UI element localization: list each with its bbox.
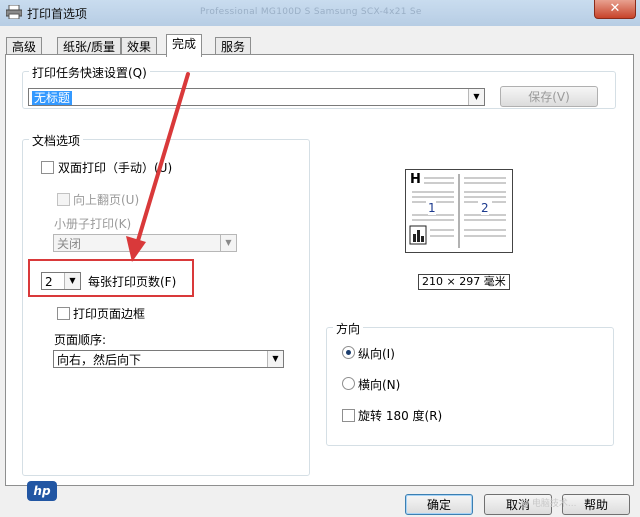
two-up-preview-icon — [409, 174, 506, 248]
quickset-value: 无标题 — [32, 91, 73, 105]
printer-icon — [6, 5, 22, 19]
booklet-value: 关闭 — [57, 237, 82, 251]
preview-header-letter: H — [410, 172, 421, 187]
rotate-180-checkbox[interactable] — [342, 409, 355, 422]
page-borders-label: 打印页面边框 — [73, 307, 146, 321]
preview-page-2: 2 — [481, 201, 489, 215]
page-order-dropdown[interactable]: 向右，然后向下 ▼ — [53, 350, 284, 368]
rotate-180-label: 旋转 180 度(R) — [358, 409, 443, 423]
page-order-label: 页面顺序: — [54, 333, 107, 347]
chevron-down-icon: ▼ — [468, 89, 484, 105]
page-borders-checkbox[interactable] — [57, 307, 70, 320]
page-order-value: 向右，然后向下 — [57, 353, 142, 367]
landscape-label: 横向(N) — [358, 378, 401, 392]
portrait-radio[interactable] — [342, 346, 355, 359]
title-bar: 打印首选项 Professional MG100D S Samsung SCX-… — [0, 0, 640, 27]
hp-logo: hp — [27, 481, 57, 501]
portrait-label: 纵向(I) — [358, 347, 395, 361]
page-preview: H 1 2 — [405, 169, 513, 253]
close-button[interactable]: ✕ — [594, 0, 636, 19]
orientation-group-label: 方向 — [333, 320, 364, 337]
window-title: 打印首选项 — [27, 7, 88, 21]
document-options-label: 文档选项 — [29, 132, 84, 149]
flip-up-checkbox[interactable] — [57, 193, 70, 206]
ok-button[interactable]: 确定 — [405, 494, 473, 515]
chevron-down-icon: ▼ — [267, 351, 283, 367]
duplex-checkbox[interactable] — [41, 161, 54, 174]
red-arrow-icon — [126, 72, 190, 262]
background-window-text: Professional MG100D S Samsung SCX-4x21 S… — [200, 7, 422, 17]
save-button[interactable]: 保存(V) — [500, 86, 598, 107]
paper-size-label: 210 × 297 毫米 — [418, 274, 510, 290]
landscape-radio[interactable] — [342, 377, 355, 390]
tab-finishing[interactable]: 完成 — [166, 34, 203, 57]
watermark: @ 电脑技术... — [520, 499, 577, 509]
chevron-down-icon: ▼ — [220, 235, 236, 251]
quickset-dropdown[interactable]: 无标题 ▼ — [28, 88, 485, 106]
dialog-body: 高级 纸张/质量 效果 完成 服务 打印任务快速设置(Q) 无标题 ▼ 保存(V… — [0, 26, 640, 517]
preview-page-1: 1 — [428, 201, 436, 215]
